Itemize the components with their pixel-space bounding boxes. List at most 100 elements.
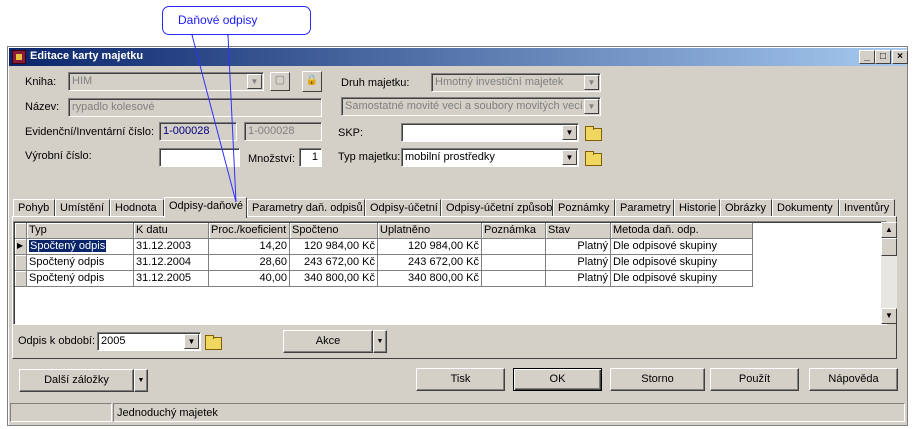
col-header-k-datu[interactable]: K datu	[134, 223, 209, 239]
row-indicator-icon: ▶	[15, 239, 27, 255]
tab-odpisy-ucetni[interactable]: Odpisy-účetní	[365, 199, 441, 217]
tab-obrazky[interactable]: Obrázky	[720, 199, 772, 217]
table-cell[interactable]: Spočtený odpis	[27, 255, 134, 271]
ok-button[interactable]: OK	[513, 368, 602, 391]
table-cell[interactable]: Dle odpisové skupiny	[611, 271, 753, 287]
tisk-button[interactable]: Tisk	[416, 368, 505, 391]
col-header-spocteno[interactable]: Spočteno	[290, 223, 378, 239]
row-indicator	[15, 255, 27, 271]
tab-historie[interactable]: Historie	[674, 199, 720, 217]
grid-scrollbar[interactable]: ▲ ▼	[881, 222, 897, 324]
skp-combo[interactable]: ▼	[401, 123, 579, 142]
nazev-field[interactable]: rypadlo kolesové	[68, 98, 322, 117]
table-cell[interactable]: 40,00	[209, 271, 290, 287]
maximize-button[interactable]: □	[875, 50, 891, 64]
table-cell[interactable]: 243 672,00 Kč	[290, 255, 378, 271]
scroll-up-icon[interactable]: ▲	[881, 222, 897, 238]
table-cell[interactable]: Dle odpisové skupiny	[611, 239, 753, 255]
tab-umisteni[interactable]: Umístění	[55, 199, 110, 217]
col-header-metoda[interactable]: Metoda daň. odp.	[611, 223, 753, 239]
evidencni-field[interactable]: 1-000028	[159, 122, 237, 141]
chevron-down-icon[interactable]: ▼	[247, 74, 262, 89]
grid-corner	[15, 223, 27, 239]
folder-icon[interactable]	[584, 149, 602, 166]
table-cell[interactable]: Dle odpisové skupiny	[611, 255, 753, 271]
mnozstvi-field[interactable]: 1	[299, 148, 322, 167]
table-cell[interactable]: 340 800,00 Kč	[290, 271, 378, 287]
chevron-down-icon[interactable]: ▼	[584, 75, 599, 90]
tab-pohyb[interactable]: Pohyb	[13, 199, 55, 217]
scroll-thumb[interactable]	[881, 238, 897, 256]
tab-odpisy-ucetni-zpusob[interactable]: Odpisy-účetní způsob	[441, 199, 553, 217]
table-cell[interactable]: 340 800,00 Kč	[378, 271, 482, 287]
druh-value: Hmotný investiční majetek	[435, 76, 564, 88]
table-cell[interactable]: 28,60	[209, 255, 290, 271]
title-bar[interactable]: Editace karty majetku _ □ ×	[9, 48, 908, 66]
chevron-down-icon[interactable]: ▼	[134, 369, 148, 392]
table-cell[interactable]: 120 984,00 Kč	[290, 239, 378, 255]
druh-sub-combo[interactable]: Samostatné movité veci a soubory movitýc…	[341, 97, 601, 116]
pouzit-button[interactable]: Použít	[710, 368, 799, 391]
table-cell[interactable]	[482, 239, 546, 255]
table-cell[interactable]: Spočtený odpis	[27, 239, 134, 255]
kniha-combo[interactable]: HIM ▼	[68, 72, 264, 91]
table-cell[interactable]: 243 672,00 Kč	[378, 255, 482, 271]
tab-poznamky[interactable]: Poznámky	[553, 199, 615, 217]
chevron-down-icon[interactable]: ▼	[584, 99, 599, 114]
odpis-obdobi-combo[interactable]: 2005 ▼	[97, 332, 201, 351]
tab-odpisy-danove[interactable]: Odpisy-daňové	[164, 197, 247, 218]
druh-combo[interactable]: Hmotný investiční majetek ▼	[431, 73, 601, 92]
lock-icon[interactable]: 🔒	[302, 71, 322, 92]
tab-parametry[interactable]: Parametry	[615, 199, 674, 217]
dalsi-zalozky-button[interactable]: Další záložky	[19, 369, 134, 392]
col-header-poznamka[interactable]: Poznámka	[482, 223, 546, 239]
typ-value: mobilní prostředky	[405, 151, 495, 163]
table-cell[interactable]: 14,20	[209, 239, 290, 255]
akce-button[interactable]: Akce	[283, 330, 373, 353]
chevron-down-icon[interactable]: ▼	[562, 150, 577, 165]
druh-label: Druh majetku:	[341, 77, 410, 89]
tab-inventury[interactable]: Inventůry	[839, 199, 895, 217]
chevron-down-icon[interactable]: ▼	[373, 330, 387, 353]
col-header-uplatneno[interactable]: Uplatněno	[378, 223, 482, 239]
col-header-typ[interactable]: Typ	[27, 223, 134, 239]
col-header-stav[interactable]: Stav	[546, 223, 611, 239]
table-cell[interactable]: 31.12.2005	[134, 271, 209, 287]
minimize-button[interactable]: _	[859, 50, 875, 64]
inventarni-field[interactable]: 1-000028	[244, 122, 322, 141]
odpis-obdobi-label: Odpis k období:	[18, 335, 96, 347]
table-cell[interactable]: Platný	[546, 255, 611, 271]
folder-icon[interactable]	[204, 333, 222, 350]
close-button[interactable]: ×	[892, 50, 908, 64]
callout-danove-odpisy: Daňové odpisy	[162, 6, 311, 35]
table-cell[interactable]: 31.12.2004	[134, 255, 209, 271]
table-cell[interactable]: Platný	[546, 271, 611, 287]
storno-button[interactable]: Storno	[610, 368, 705, 391]
table-cell[interactable]: 120 984,00 Kč	[378, 239, 482, 255]
tab-parametry-dan-odpisu[interactable]: Parametry daň. odpisů	[247, 199, 365, 217]
scroll-down-icon[interactable]: ▼	[881, 308, 897, 324]
typ-label: Typ majetku:	[338, 151, 401, 163]
kniha-label: Kniha:	[25, 76, 57, 88]
table-cell[interactable]: Platný	[546, 239, 611, 255]
tab-hodnota[interactable]: Hodnota	[110, 199, 164, 217]
row-indicator	[15, 271, 27, 287]
kniha-browse-button[interactable]: ▢	[270, 72, 290, 91]
typ-combo[interactable]: mobilní prostředky ▼	[401, 148, 579, 167]
vyrobni-field[interactable]	[159, 148, 240, 167]
table-cell[interactable]: 31.12.2003	[134, 239, 209, 255]
nazev-label: Název:	[25, 101, 60, 113]
odpis-obdobi-value: 2005	[101, 335, 126, 347]
napoveda-button[interactable]: Nápověda	[809, 368, 898, 391]
chevron-down-icon[interactable]: ▼	[184, 334, 199, 349]
mnozstvi-label: Množství:	[248, 153, 296, 165]
tab-dokumenty[interactable]: Dokumenty	[772, 199, 839, 217]
table-cell[interactable]	[482, 271, 546, 287]
col-header-proc[interactable]: Proc./koeficient	[209, 223, 290, 239]
folder-icon[interactable]	[584, 124, 602, 141]
asset-card-window: Editace karty majetku _ □ × Kniha: HIM ▼…	[7, 46, 908, 426]
table-cell[interactable]: Spočtený odpis	[27, 271, 134, 287]
table-cell[interactable]	[482, 255, 546, 271]
chevron-down-icon[interactable]: ▼	[562, 125, 577, 140]
odpisy-grid[interactable]: Typ K datu Proc./koeficient Spočteno Upl…	[13, 221, 887, 325]
